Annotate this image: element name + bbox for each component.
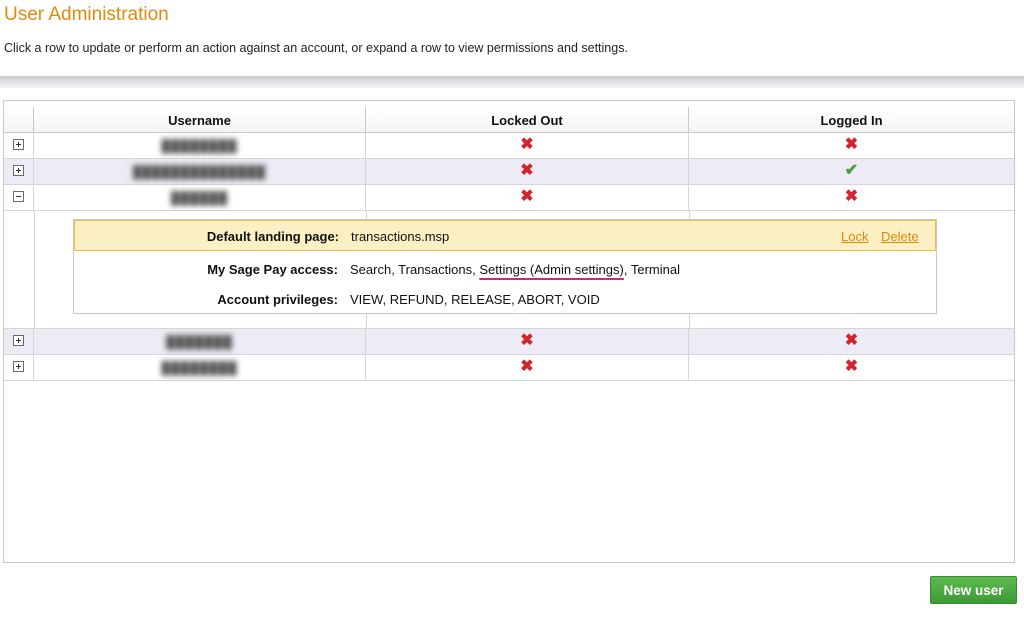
check-icon: ✔ — [844, 161, 859, 179]
page-description: Click a row to update or perform an acti… — [4, 41, 628, 55]
username-cell: ██████████████ — [34, 159, 366, 184]
row-details-area: Default landing page: transactions.msp L… — [4, 211, 1014, 329]
username-cell: ████████ — [34, 133, 366, 158]
expand-cell[interactable] — [4, 159, 34, 184]
account-privileges-label: Account privileges: — [217, 292, 338, 307]
cross-icon: ✖ — [520, 187, 534, 205]
cross-icon: ✖ — [520, 357, 534, 375]
locked-out-cell: ✖ — [366, 329, 689, 354]
table-row[interactable]: ██████████████ ✖ ✔ — [4, 159, 1014, 185]
cross-icon: ✖ — [844, 135, 859, 153]
logged-in-cell: ✖ — [689, 185, 1014, 210]
expand-cell[interactable] — [4, 355, 34, 380]
cross-icon: ✖ — [844, 357, 859, 375]
locked-out-cell: ✖ — [366, 133, 689, 158]
header-expand-column — [4, 107, 34, 132]
expand-cell[interactable] — [4, 185, 34, 210]
cross-icon: ✖ — [520, 161, 534, 179]
access-part-1: Search, Transactions, — [350, 262, 480, 277]
column-header-logged-in[interactable]: Logged In — [689, 107, 1014, 132]
lock-link[interactable]: Lock — [841, 229, 868, 244]
logged-in-cell: ✖ — [689, 355, 1014, 380]
expand-cell[interactable] — [4, 133, 34, 158]
column-divider — [34, 211, 35, 328]
username-text: ███████ — [166, 334, 233, 349]
expand-plus-icon[interactable] — [13, 361, 24, 372]
sage-pay-access-label: My Sage Pay access: — [207, 262, 338, 277]
expand-plus-icon[interactable] — [13, 335, 24, 346]
page-title: User Administration — [4, 4, 169, 25]
table-row[interactable]: ████████ ✖ ✖ — [4, 355, 1014, 381]
username-text: ██████ — [170, 190, 228, 205]
table-row[interactable]: ████████ ✖ ✖ — [4, 133, 1014, 159]
grid-header: Username Locked Out Logged In — [4, 107, 1014, 133]
account-privileges-value: VIEW, REFUND, RELEASE, ABORT, VOID — [350, 292, 600, 307]
user-grid: Username Locked Out Logged In ████████ ✖… — [3, 100, 1015, 563]
collapse-minus-icon[interactable] — [13, 191, 24, 202]
locked-out-cell: ✖ — [366, 355, 689, 380]
landing-page-label: Default landing page: — [206, 229, 339, 244]
column-header-locked-out[interactable]: Locked Out — [366, 107, 689, 132]
username-cell: ███████ — [34, 329, 366, 354]
cross-icon: ✖ — [844, 187, 859, 205]
divider-band — [0, 76, 1024, 88]
cross-icon: ✖ — [520, 331, 534, 349]
username-cell: ████████ — [34, 355, 366, 380]
cross-icon: ✖ — [844, 331, 859, 349]
username-text: ██████████████ — [132, 164, 267, 179]
new-user-button[interactable]: New user — [930, 576, 1017, 604]
logged-in-cell: ✖ — [689, 133, 1014, 158]
expand-plus-icon[interactable] — [13, 165, 24, 176]
landing-page-row: Default landing page: transactions.msp L… — [74, 220, 936, 251]
access-highlight: Settings (Admin settings) — [479, 262, 624, 277]
username-text: ████████ — [161, 138, 238, 153]
access-part-2: , Terminal — [623, 262, 680, 277]
username-text: ████████ — [161, 360, 238, 375]
landing-page-value: transactions.msp — [351, 229, 450, 244]
username-cell: ██████ — [34, 185, 366, 210]
account-details-panel: Default landing page: transactions.msp L… — [73, 219, 937, 314]
logged-in-cell: ✖ — [689, 329, 1014, 354]
column-header-username[interactable]: Username — [34, 107, 366, 132]
logged-in-cell: ✔ — [689, 159, 1014, 184]
locked-out-cell: ✖ — [366, 159, 689, 184]
sage-pay-access-value: Search, Transactions, Settings (Admin se… — [350, 262, 680, 277]
table-row[interactable]: ███████ ✖ ✖ — [4, 329, 1014, 355]
expand-cell[interactable] — [4, 329, 34, 354]
locked-out-cell: ✖ — [366, 185, 689, 210]
cross-icon: ✖ — [520, 135, 534, 153]
delete-link[interactable]: Delete — [881, 229, 919, 244]
expand-plus-icon[interactable] — [13, 139, 24, 150]
table-row-expanded[interactable]: ██████ ✖ ✖ — [4, 185, 1014, 211]
